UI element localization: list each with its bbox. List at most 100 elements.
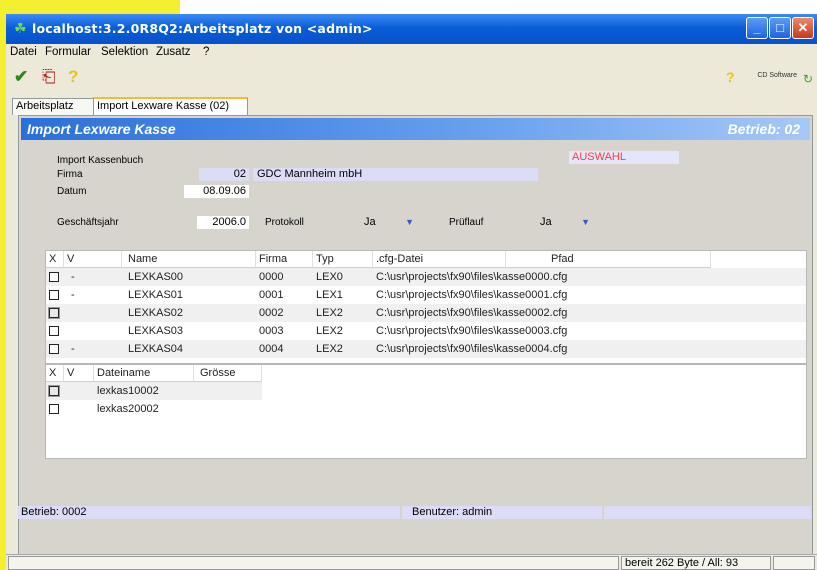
file-table: X V Dateiname Grösse lexkas10002 lexkas2…: [45, 364, 807, 459]
desktop-background: [0, 0, 180, 14]
col-header-groesse[interactable]: Grösse: [194, 365, 262, 382]
status-betrieb: Betrieb: 0002: [18, 506, 400, 519]
pruflauf-value: Ja: [540, 216, 552, 228]
maximize-icon: □: [776, 20, 784, 35]
menu-bar: Datei Formular Selektion Zusatz ?: [6, 44, 817, 62]
col-header-v[interactable]: V: [64, 251, 122, 268]
col-header-cfg[interactable]: .cfg-Datei: [373, 251, 506, 268]
row-cfg: C:\usr\projects\fx90\files\kasse0000.cfg: [376, 271, 568, 283]
row-name: LEXKAS00: [128, 271, 184, 283]
minimize-button[interactable]: _: [746, 17, 768, 39]
row-firma: 0004: [259, 343, 284, 355]
row-typ: LEX2: [316, 343, 343, 355]
row-v: [68, 304, 71, 322]
pruflauf-select[interactable]: Ja ▼: [540, 216, 590, 229]
row-firma: 0002: [259, 307, 284, 319]
close-icon: ✕: [797, 20, 809, 35]
table-row[interactable]: LEXKAS03 0003 LEX2 C:\usr\projects\fx90\…: [46, 322, 806, 340]
maximize-button[interactable]: □: [769, 17, 791, 39]
close-button[interactable]: ✕: [792, 17, 814, 39]
tab-arbeitsplatz[interactable]: Arbeitsplatz: [12, 98, 97, 115]
form-header: Import Lexware Kasse Betrieb: 02: [21, 118, 810, 140]
col-header-firma[interactable]: Firma: [256, 251, 313, 268]
col-header-pfad[interactable]: Pfad: [506, 251, 711, 268]
minimize-icon: _: [753, 20, 761, 35]
geschaeftsjahr-label: Geschäftsjahr: [57, 217, 119, 228]
firma-name-field: GDC Mannheim mbH: [253, 168, 538, 181]
table-row[interactable]: - LEXKAS00 0000 LEX0 C:\usr\projects\fx9…: [46, 268, 806, 286]
pruflauf-label: Prüflauf: [449, 217, 484, 228]
app-window: ☘ localhost:3.2.0R8Q2:Arbeitsplatz von <…: [6, 14, 817, 570]
row-name: LEXKAS02: [128, 307, 184, 319]
menu-datei[interactable]: Datei: [10, 46, 37, 58]
protokoll-select[interactable]: Ja ▼: [364, 216, 414, 229]
file-size: [194, 382, 197, 400]
geschaeftsjahr-field[interactable]: 2006.0: [197, 216, 249, 229]
list-item[interactable]: lexkas10002: [46, 382, 262, 400]
firma-field[interactable]: 02: [199, 168, 249, 181]
row-firma: 0001: [259, 289, 284, 301]
protokoll-label: Protokoll: [265, 217, 304, 228]
kasse-table: X V Name Firma Typ .cfg-Datei Pfad - LEX…: [45, 250, 807, 364]
row-firma: 0000: [259, 271, 284, 283]
row-v: -: [71, 271, 75, 283]
row-cfg: C:\usr\projects\fx90\files\kasse0002.cfg: [376, 307, 568, 319]
row-checkbox[interactable]: [49, 326, 59, 336]
refresh-icon[interactable]: ↻: [803, 70, 813, 88]
row-checkbox[interactable]: [49, 404, 59, 414]
row-checkbox[interactable]: [49, 290, 59, 300]
row-checkbox[interactable]: [49, 272, 59, 282]
row-v: -: [71, 343, 75, 355]
check-icon[interactable]: ✔: [14, 68, 28, 86]
row-name: LEXKAS03: [128, 325, 184, 337]
help-small-icon[interactable]: ?: [726, 68, 735, 86]
brand-label: CD Software: [757, 72, 797, 79]
status-row: Betrieb: 0002 Benutzer: admin: [18, 506, 811, 520]
menu-formular[interactable]: Formular: [45, 46, 91, 58]
status-extra: [604, 506, 811, 519]
dropdown-arrow-icon: ▼: [405, 217, 414, 227]
col-header-typ[interactable]: Typ: [313, 251, 373, 268]
row-cfg: C:\usr\projects\fx90\files\kasse0003.cfg: [376, 325, 568, 337]
col-header-x[interactable]: X: [46, 251, 64, 268]
datum-label: Datum: [57, 186, 87, 197]
form-title: Import Lexware Kasse: [27, 121, 176, 137]
file-name: lexkas10002: [97, 385, 159, 397]
row-firma: 0003: [259, 325, 284, 337]
status-benutzer: Benutzer: admin: [402, 506, 602, 519]
col-header-dateiname[interactable]: Dateiname: [94, 365, 194, 382]
list-item[interactable]: lexkas20002: [46, 400, 262, 418]
row-v: [68, 322, 71, 340]
app-leaf-icon: ☘: [14, 20, 27, 36]
auswahl-button[interactable]: AUSWAHL: [569, 151, 679, 164]
help-icon[interactable]: ?: [68, 68, 78, 86]
table-row[interactable]: LEXKAS02 0002 LEX2 C:\usr\projects\fx90\…: [46, 304, 806, 322]
row-typ: LEX2: [316, 307, 343, 319]
status-right-segment: [773, 556, 815, 570]
menu-zusatz[interactable]: Zusatz: [156, 46, 191, 58]
betrieb-indicator: Betrieb: 02: [727, 121, 800, 137]
file-size: [194, 400, 197, 418]
row-checkbox[interactable]: [49, 344, 59, 354]
file-name: lexkas20002: [97, 403, 159, 415]
table-row[interactable]: - LEXKAS01 0001 LEX1 C:\usr\projects\fx9…: [46, 286, 806, 304]
title-bar[interactable]: ☘ localhost:3.2.0R8Q2:Arbeitsplatz von <…: [6, 14, 817, 44]
menu-help[interactable]: ?: [203, 46, 209, 58]
col-header-x[interactable]: X: [46, 365, 64, 382]
row-typ: LEX2: [316, 325, 343, 337]
menu-selektion[interactable]: Selektion: [101, 46, 148, 58]
row-checkbox[interactable]: [48, 385, 60, 397]
table-row[interactable]: - LEXKAS04 0004 LEX2 C:\usr\projects\fx9…: [46, 340, 806, 358]
tab-import-lexware[interactable]: Import Lexware Kasse (02): [93, 97, 248, 116]
row-name: LEXKAS01: [128, 289, 184, 301]
status-message: bereit 262 Byte / All: 93: [621, 556, 771, 570]
datum-field[interactable]: 08.09.06: [184, 185, 249, 198]
row-checkbox[interactable]: [48, 307, 60, 319]
firma-label: Firma: [57, 169, 83, 180]
col-header-v[interactable]: V: [64, 365, 94, 382]
exit-door-icon[interactable]: ⎗: [42, 68, 56, 86]
row-typ: LEX1: [316, 289, 343, 301]
row-cfg: C:\usr\projects\fx90\files\kasse0004.cfg: [376, 343, 568, 355]
row-typ: LEX0: [316, 271, 343, 283]
col-header-name[interactable]: Name: [122, 251, 256, 268]
